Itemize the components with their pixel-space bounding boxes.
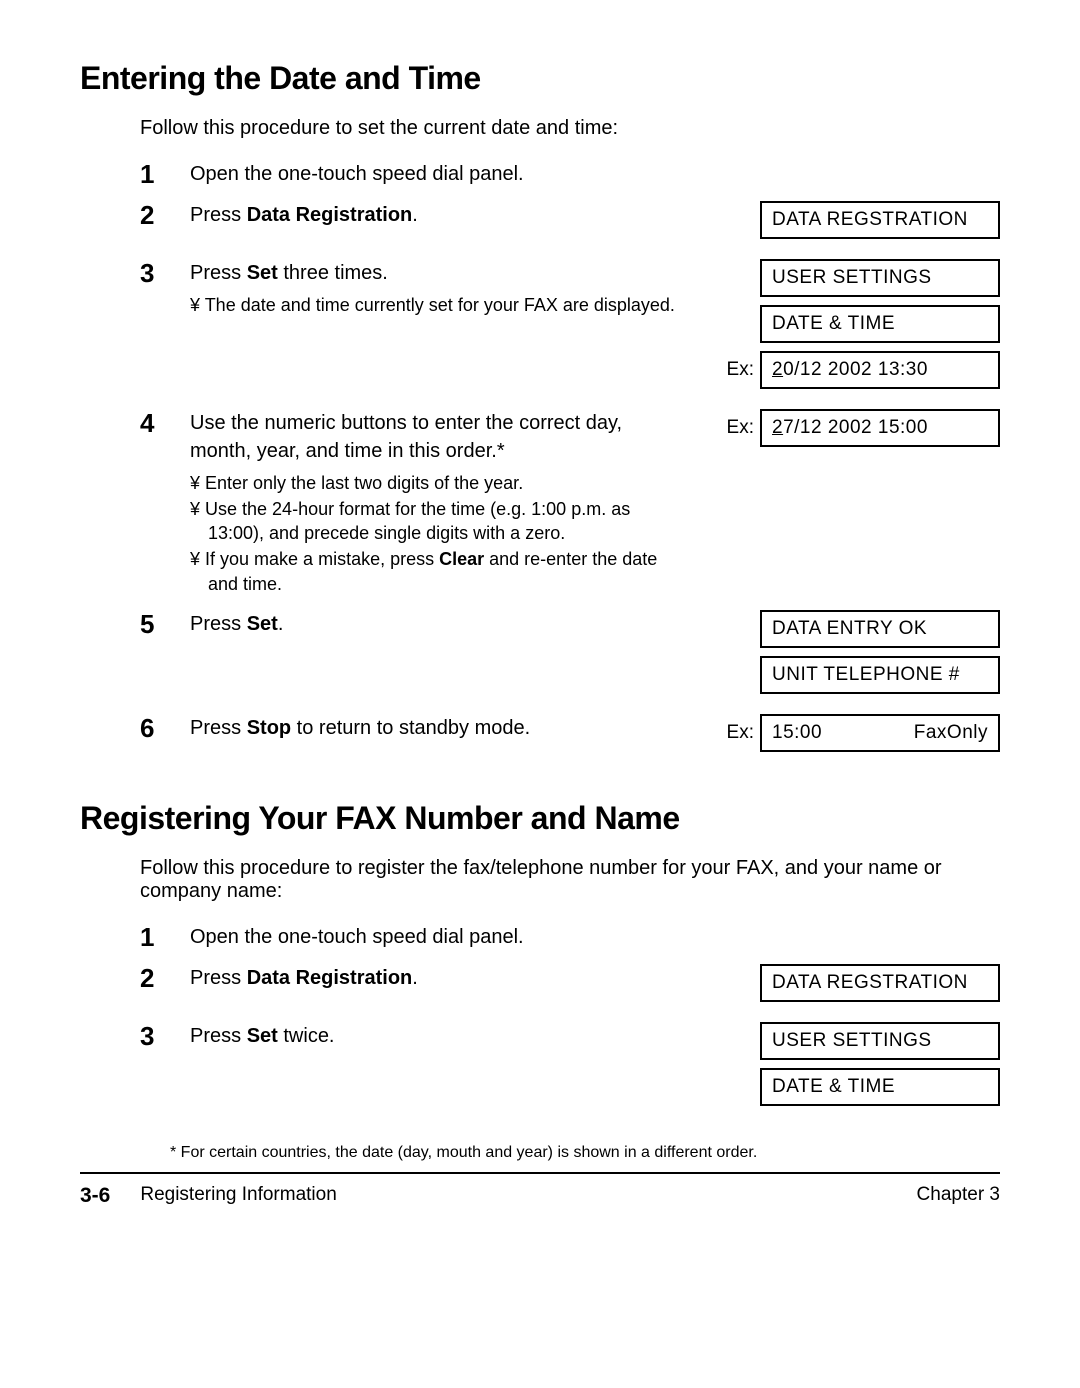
step-3: 3 Press Set twice. USER SETTINGS DATE & … — [140, 1022, 1000, 1114]
step-number: 3 — [140, 259, 190, 288]
step-2: 2 Press Data Registration. DATA REGSTRAT… — [140, 201, 1000, 247]
lcd-display: 20/12 2002 13:30 — [760, 351, 1000, 389]
step-4: 4 Use the numeric buttons to enter the c… — [140, 409, 1000, 598]
step-text: Open the one-touch speed dial panel. — [190, 923, 680, 951]
lcd-display: USER SETTINGS — [760, 1022, 1000, 1060]
step-bullet: Use the 24-hour format for the time (e.g… — [190, 497, 680, 546]
step-6: 6 Press Stop to return to standby mode. … — [140, 714, 1000, 760]
lcd-display: 15:00 FaxOnly — [760, 714, 1000, 752]
step-bullet: Enter only the last two digits of the ye… — [190, 471, 680, 495]
lcd-display: DATA ENTRY OK — [760, 610, 1000, 648]
lcd-display: 27/12 2002 15:00 — [760, 409, 1000, 447]
footer-title: Registering Information — [140, 1184, 336, 1208]
step-1: 1 Open the one-touch speed dial panel. — [140, 160, 1000, 189]
step-text: Press Set twice. — [190, 1022, 680, 1050]
lcd-display: DATE & TIME — [760, 1068, 1000, 1106]
step-text: Press Stop to return to standby mode. — [190, 714, 680, 742]
chapter-label: Chapter 3 — [917, 1184, 1000, 1208]
step-2: 2 Press Data Registration. DATA REGSTRAT… — [140, 964, 1000, 1010]
step-number: 1 — [140, 923, 190, 952]
step-number: 2 — [140, 201, 190, 230]
example-label: Ex: — [727, 722, 754, 744]
lcd-display: DATA REGSTRATION — [760, 201, 1000, 239]
step-1: 1 Open the one-touch speed dial panel. — [140, 923, 1000, 952]
example-label: Ex: — [727, 359, 754, 381]
step-3: 3 Press Set three times. The date and ti… — [140, 259, 1000, 397]
step-text: Press Set. — [190, 610, 680, 638]
example-label: Ex: — [727, 417, 754, 439]
step-number: 1 — [140, 160, 190, 189]
step-number: 4 — [140, 409, 190, 438]
step-number: 2 — [140, 964, 190, 993]
step-text: Use the numeric buttons to enter the cor… — [190, 409, 680, 465]
lcd-display: UNIT TELEPHONE # — [760, 656, 1000, 694]
step-text: Press Data Registration. — [190, 201, 680, 229]
section-heading: Registering Your FAX Number and Name — [80, 800, 1000, 837]
footnote: * For certain countries, the date (day, … — [170, 1144, 1000, 1162]
section-intro: Follow this procedure to register the fa… — [140, 857, 1000, 903]
lcd-display: USER SETTINGS — [760, 259, 1000, 297]
step-bullet: The date and time currently set for your… — [190, 293, 680, 317]
lcd-display: DATE & TIME — [760, 305, 1000, 343]
step-number: 5 — [140, 610, 190, 639]
step-5: 5 Press Set. DATA ENTRY OK UNIT TELEPHON… — [140, 610, 1000, 702]
section-intro: Follow this procedure to set the current… — [140, 117, 1000, 140]
step-number: 3 — [140, 1022, 190, 1051]
step-text: Press Set three times. — [190, 259, 680, 287]
step-text: Open the one-touch speed dial panel. — [190, 160, 680, 188]
step-text: Press Data Registration. — [190, 964, 680, 992]
lcd-display: DATA REGSTRATION — [760, 964, 1000, 1002]
section-heading: Entering the Date and Time — [80, 60, 1000, 97]
page-number: 3-6 — [80, 1184, 110, 1208]
page-footer: 3-6 Registering Information Chapter 3 — [80, 1174, 1000, 1208]
step-bullet: If you make a mistake, press Clear and r… — [190, 547, 680, 596]
step-number: 6 — [140, 714, 190, 743]
